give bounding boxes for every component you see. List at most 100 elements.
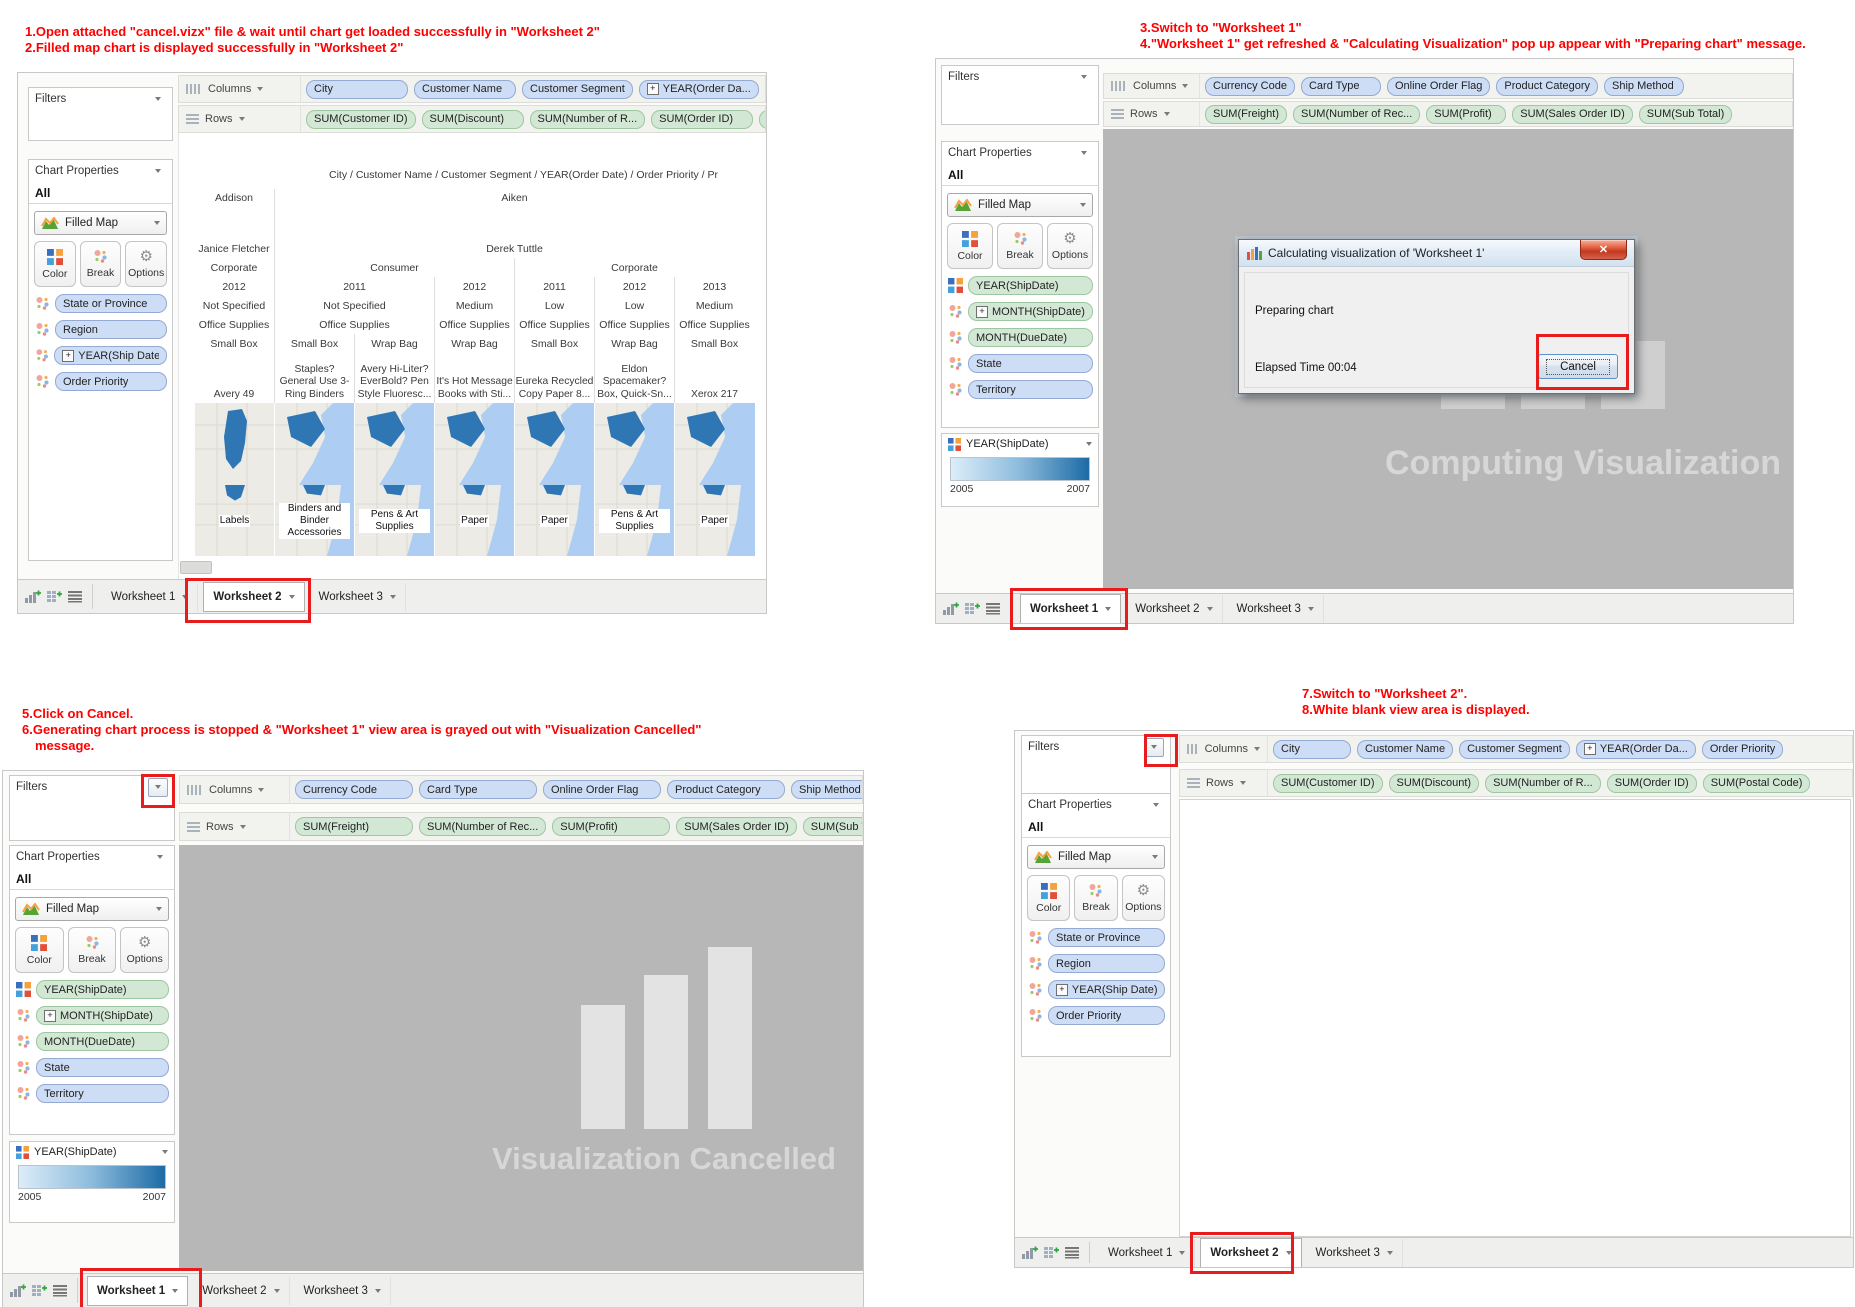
new-crosstab-icon[interactable] bbox=[46, 589, 63, 604]
options-button[interactable]: ⚙ Options bbox=[1121, 875, 1165, 921]
break-button[interactable]: Break bbox=[1074, 875, 1118, 921]
property-pill[interactable]: Order Priority bbox=[55, 372, 167, 391]
chart-type-dropdown[interactable]: Filled Map bbox=[947, 193, 1093, 217]
property-pill[interactable]: + MONTH(ShipDate) bbox=[36, 1006, 169, 1025]
chart-type-dropdown[interactable]: Filled Map bbox=[1027, 845, 1165, 869]
tab-worksheet-3[interactable]: Worksheet 3 bbox=[1307, 1238, 1403, 1267]
map-cell[interactable]: Labels bbox=[194, 485, 275, 556]
filters-dropdown-button[interactable] bbox=[1076, 70, 1092, 84]
expand-plus-icon[interactable]: + bbox=[1055, 983, 1068, 996]
tab-worksheet-2[interactable]: Worksheet 2 bbox=[1126, 594, 1223, 623]
chart-properties-dropdown-button[interactable] bbox=[152, 850, 168, 864]
shelf-pill[interactable]: Ship Method bbox=[791, 780, 862, 799]
shelf-pill[interactable]: Currency Code bbox=[1205, 76, 1295, 96]
chart-type-dropdown[interactable]: Filled Map bbox=[34, 211, 167, 235]
tab-worksheet-1[interactable]: Worksheet 1 bbox=[1099, 1238, 1196, 1267]
map-cell[interactable] bbox=[674, 403, 755, 485]
property-pill[interactable]: Order Priority bbox=[1048, 1006, 1165, 1025]
shelf-pill[interactable]: Online Order Flag bbox=[543, 780, 661, 799]
chevron-down-icon[interactable] bbox=[182, 594, 189, 599]
shelf-pill[interactable]: Online Order Flag bbox=[1386, 76, 1491, 96]
new-worksheet-icon[interactable] bbox=[942, 601, 959, 616]
list-icon[interactable] bbox=[68, 590, 83, 603]
tab-worksheet-2[interactable]: Worksheet 2 bbox=[1200, 1237, 1302, 1267]
chevron-down-icon[interactable] bbox=[1386, 1250, 1393, 1255]
shelf-pill[interactable]: Card Type bbox=[1300, 76, 1381, 96]
color-button[interactable]: Color bbox=[1027, 875, 1071, 921]
shelf-pill[interactable]: Product Category bbox=[1496, 76, 1599, 96]
list-icon[interactable] bbox=[1065, 1246, 1080, 1259]
tab-worksheet-1[interactable]: Worksheet 1 bbox=[1020, 593, 1122, 623]
property-pill[interactable]: State bbox=[968, 354, 1093, 373]
color-button[interactable]: Color bbox=[947, 223, 993, 269]
shelf-pill[interactable]: SUM(Discount) bbox=[421, 109, 524, 129]
property-pill[interactable]: MONTH(DueDate) bbox=[968, 328, 1093, 347]
chevron-down-icon[interactable] bbox=[389, 594, 396, 599]
new-worksheet-icon[interactable] bbox=[1021, 1245, 1038, 1260]
chevron-down-icon[interactable] bbox=[239, 824, 246, 829]
dialog-titlebar[interactable]: Calculating visualization of 'Worksheet … bbox=[1239, 240, 1634, 267]
expand-plus-icon[interactable]: + bbox=[976, 305, 988, 318]
map-cell[interactable]: Pens & Art Supplies bbox=[354, 485, 435, 556]
new-worksheet-icon[interactable] bbox=[9, 1283, 26, 1298]
expand-plus-icon[interactable]: + bbox=[62, 349, 75, 362]
chevron-down-icon[interactable] bbox=[1086, 442, 1092, 446]
break-button[interactable]: Break bbox=[67, 927, 117, 973]
shelf-pill[interactable]: Customer Name bbox=[1357, 739, 1454, 759]
chevron-down-icon[interactable] bbox=[1182, 84, 1189, 88]
shelf-pill[interactable]: SUM(Order ID) bbox=[651, 109, 754, 129]
chevron-down-icon[interactable] bbox=[1254, 747, 1260, 751]
options-button[interactable]: ⚙ Options bbox=[125, 241, 168, 287]
map-cell[interactable] bbox=[434, 403, 515, 485]
chevron-down-icon[interactable] bbox=[1239, 781, 1246, 785]
map-cell[interactable]: Paper bbox=[674, 485, 755, 556]
map-cell[interactable]: Paper bbox=[434, 485, 515, 556]
chevron-down-icon[interactable] bbox=[1307, 606, 1314, 611]
close-button[interactable]: ✕ bbox=[1580, 240, 1627, 260]
chevron-down-icon[interactable] bbox=[172, 1288, 179, 1293]
property-pill[interactable]: + YEAR(Ship Date) bbox=[54, 346, 167, 365]
shelf-pill[interactable]: Card Type bbox=[419, 780, 537, 799]
shelf-pill[interactable]: SUM(Freight) bbox=[295, 817, 413, 836]
map-cell[interactable] bbox=[354, 403, 435, 485]
shelf-pill[interactable]: Order Priority bbox=[1701, 739, 1784, 759]
shelf-pill[interactable]: Customer Name bbox=[414, 79, 516, 99]
chevron-down-icon[interactable] bbox=[238, 117, 245, 121]
shelf-pill[interactable]: City bbox=[1273, 739, 1351, 759]
shelf-pill[interactable]: Product Category bbox=[667, 780, 785, 799]
chevron-down-icon[interactable] bbox=[374, 1288, 381, 1293]
expand-plus-icon[interactable]: + bbox=[646, 83, 659, 95]
map-cell[interactable]: Binders and Binder Accessories bbox=[274, 485, 355, 556]
chevron-down-icon[interactable] bbox=[162, 1150, 168, 1154]
shelf-pill[interactable]: SUM(Customer ID) bbox=[306, 109, 416, 129]
break-button[interactable]: Break bbox=[997, 223, 1043, 269]
expand-plus-icon[interactable]: + bbox=[44, 1009, 56, 1022]
options-button[interactable]: ⚙ Options bbox=[120, 927, 170, 973]
property-pill[interactable]: YEAR(ShipDate) bbox=[968, 276, 1093, 295]
tab-worksheet-3[interactable]: Worksheet 3 bbox=[1228, 594, 1324, 623]
horizontal-scrollbar-thumb[interactable] bbox=[180, 561, 212, 574]
property-pill[interactable]: YEAR(ShipDate) bbox=[36, 980, 169, 999]
new-crosstab-icon[interactable] bbox=[964, 601, 981, 616]
shelf-pill[interactable]: SUM(Discount) bbox=[1388, 773, 1480, 793]
filters-dropdown-button[interactable] bbox=[150, 92, 166, 106]
property-pill[interactable]: State or Province bbox=[1048, 928, 1165, 947]
shelf-pill[interactable]: SUM(Customer ID) bbox=[1273, 773, 1383, 793]
shelf-pill[interactable]: SUM(Profit) bbox=[552, 817, 671, 836]
chart-type-dropdown[interactable]: Filled Map bbox=[15, 897, 169, 921]
chevron-down-icon[interactable] bbox=[257, 87, 264, 91]
chart-properties-dropdown-button[interactable] bbox=[1076, 146, 1092, 160]
shelf-pill[interactable]: SUM(Number of Rec... bbox=[1293, 104, 1421, 124]
property-pill[interactable]: + MONTH(ShipDate) bbox=[968, 302, 1093, 321]
map-cell[interactable]: Pens & Art Supplies bbox=[594, 485, 675, 556]
shelf-pill[interactable]: S bbox=[759, 109, 765, 129]
property-pill[interactable]: Region bbox=[55, 320, 167, 339]
tab-worksheet-3[interactable]: Worksheet 3 bbox=[310, 582, 406, 611]
shelf-pill[interactable]: City bbox=[306, 79, 408, 99]
chevron-down-icon[interactable] bbox=[1179, 1250, 1186, 1255]
filters-dropdown-button[interactable] bbox=[148, 777, 168, 797]
property-pill[interactable]: Region bbox=[1048, 954, 1165, 973]
filters-dropdown-button[interactable] bbox=[1144, 737, 1164, 757]
shelf-pill[interactable]: SUM(Sub Total) bbox=[1638, 104, 1733, 124]
shelf-pill[interactable]: Customer Segment bbox=[522, 79, 633, 99]
